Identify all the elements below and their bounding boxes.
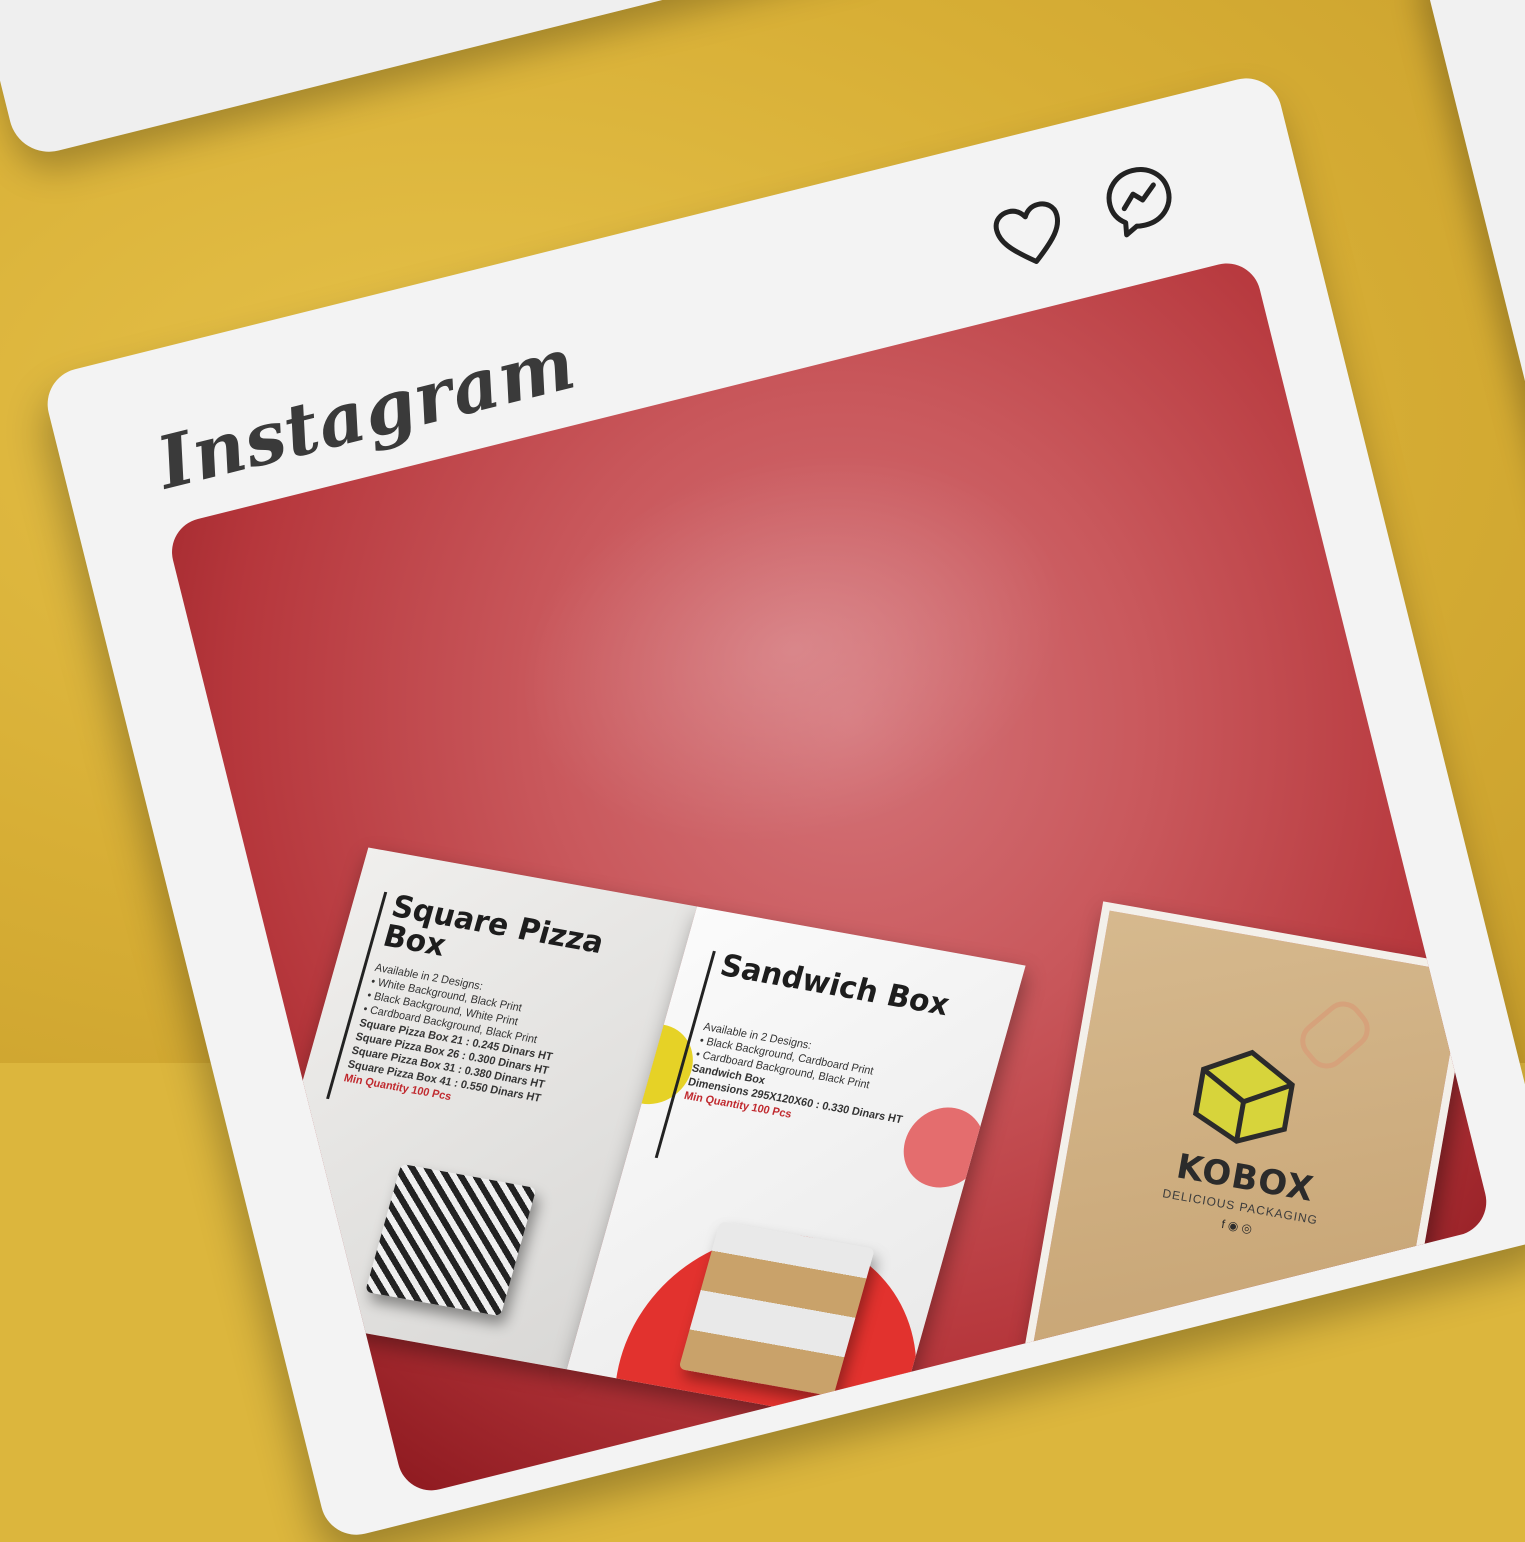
page-title: Sandwich Box [716, 947, 954, 1024]
pizza-box-image [365, 1163, 537, 1317]
messenger-icon[interactable] [1097, 157, 1182, 242]
light-glare [475, 396, 1111, 901]
heart-outline-icon[interactable] [988, 197, 1071, 274]
product-details: Available in 2 Designs: • Black Backgrou… [682, 1020, 976, 1151]
kobox-business-card: KOBOX DELICIOUS PACKAGING f ◉ ◎ [1020, 901, 1474, 1436]
kobox-logo-icon [1192, 1049, 1295, 1144]
brochure: Square Pizza Box Available in 2 Designs:… [235, 847, 1045, 1442]
